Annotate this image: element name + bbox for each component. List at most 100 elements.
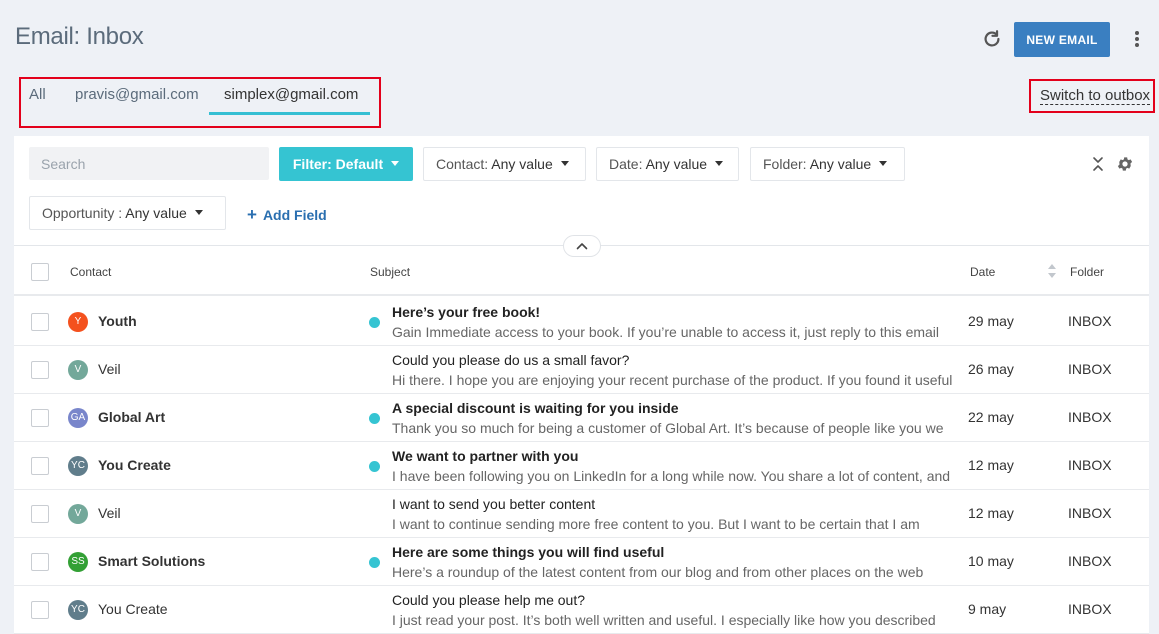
contact-filter-label: Contact: — [436, 156, 489, 172]
caret-down-icon — [391, 160, 400, 166]
add-field-button[interactable]: + Add Field — [247, 205, 327, 225]
page-title: Email: Inbox — [15, 23, 144, 50]
contact-filter-dropdown[interactable]: Contact: Any value — [423, 147, 586, 181]
email-preview: I just read your post. It’s both well wr… — [392, 612, 936, 628]
tab-pravis-account[interactable]: pravis@gmail.com — [75, 86, 199, 103]
email-subject-cell[interactable]: Here are some things you will find usefu… — [392, 542, 954, 582]
collapse-filters-icon[interactable] — [1092, 156, 1104, 172]
column-header-folder[interactable]: Folder — [1070, 265, 1104, 279]
email-subject: A special discount is waiting for you in… — [392, 400, 679, 416]
filter-button-label: Filter: Default — [292, 156, 384, 172]
email-date: 10 may — [968, 553, 1014, 569]
email-preview: I want to continue sending more free con… — [392, 516, 920, 532]
kebab-icon[interactable] — [1129, 28, 1145, 50]
email-folder: INBOX — [1068, 361, 1112, 377]
column-header-subject[interactable]: Subject — [370, 265, 410, 279]
contact-name[interactable]: Global Art — [98, 409, 165, 425]
email-preview: Hi there. I hope you are enjoying your r… — [392, 372, 953, 388]
switch-to-outbox-link[interactable]: Switch to outbox — [1040, 87, 1151, 105]
table-row[interactable]: YC You Create Could you please help me out… — [14, 586, 1149, 634]
email-subject-cell[interactable]: Here’s your free book! Gain Immediate acc… — [392, 302, 954, 342]
column-header-contact[interactable]: Contact — [70, 265, 111, 279]
contact-name[interactable]: You Create — [98, 457, 171, 473]
contact-filter-value: Any value — [491, 156, 553, 172]
row-checkbox[interactable] — [31, 601, 49, 619]
row-checkbox[interactable] — [31, 553, 49, 571]
caret-down-icon — [879, 160, 888, 166]
avatar: GA — [68, 408, 88, 428]
email-folder: INBOX — [1068, 457, 1112, 473]
email-subject: Here’s your free book! — [392, 304, 541, 320]
opportunity-filter-value: Any value — [125, 205, 187, 221]
email-subject: Here are some things you will find usefu… — [392, 544, 665, 560]
folder-filter-label: Folder: — [763, 156, 807, 172]
sort-icon[interactable] — [1047, 263, 1057, 279]
email-folder: INBOX — [1068, 409, 1112, 425]
contact-name[interactable]: Smart Solutions — [98, 553, 205, 569]
email-subject: We want to partner with you — [392, 448, 579, 464]
avatar: YC — [68, 456, 88, 476]
avatar: SS — [68, 552, 88, 572]
search-input[interactable] — [29, 147, 269, 180]
row-checkbox[interactable] — [31, 457, 49, 475]
email-subject-cell[interactable]: We want to partner with you I have been f… — [392, 446, 954, 486]
row-checkbox[interactable] — [31, 409, 49, 427]
email-subject-cell[interactable]: I want to send you better content I want … — [392, 494, 954, 534]
plus-icon: + — [247, 205, 257, 224]
refresh-icon[interactable] — [981, 28, 1003, 50]
contact-name[interactable]: Veil — [98, 505, 121, 521]
table-row[interactable]: SS Smart Solutions Here are some things yo… — [14, 538, 1149, 586]
row-checkbox[interactable] — [31, 361, 49, 379]
contact-name[interactable]: Veil — [98, 361, 121, 377]
row-checkbox[interactable] — [31, 505, 49, 523]
email-preview: Thank you so much for being a customer o… — [392, 420, 944, 436]
table-row[interactable]: YC You Create We want to partner with you I… — [14, 442, 1149, 490]
email-date: 29 may — [968, 313, 1014, 329]
date-filter-value: Any value — [645, 156, 708, 172]
email-date: 12 may — [968, 505, 1014, 521]
table-row[interactable]: V Veil Could you please do us a small favo… — [14, 346, 1149, 394]
avatar: YC — [68, 600, 88, 620]
table-row[interactable]: GA Global Art A special discount is waitin… — [14, 394, 1149, 442]
email-folder: INBOX — [1068, 313, 1112, 329]
table-row[interactable]: V Veil I want to send you better content I … — [14, 490, 1149, 538]
email-panel: Filter: Default Contact: Any value Date:… — [14, 136, 1149, 634]
email-list: Y Youth Here’s your free book! Gain Immedia… — [14, 298, 1149, 634]
caret-down-icon — [560, 160, 569, 166]
email-folder: INBOX — [1068, 505, 1112, 521]
filter-default-button[interactable]: Filter: Default — [279, 147, 413, 181]
tab-all[interactable]: All — [29, 86, 46, 103]
email-preview: Here’s a roundup of the latest content f… — [392, 564, 924, 580]
date-filter-dropdown[interactable]: Date: Any value — [596, 147, 739, 181]
caret-down-icon — [194, 209, 203, 215]
email-date: 9 may — [968, 601, 1007, 617]
email-subject: Could you please do us a small favor? — [392, 352, 630, 368]
active-tab-indicator — [209, 112, 370, 115]
select-all-checkbox[interactable] — [31, 263, 49, 281]
caret-down-icon — [715, 160, 724, 166]
email-subject-cell[interactable]: A special discount is waiting for you in… — [392, 398, 954, 438]
folder-filter-value: Any value — [809, 156, 872, 172]
avatar: V — [68, 360, 88, 380]
tab-simplex-account[interactable]: simplex@gmail.com — [224, 86, 358, 103]
unread-indicator — [369, 317, 380, 328]
email-folder: INBOX — [1068, 553, 1112, 569]
folder-filter-dropdown[interactable]: Folder: Any value — [750, 147, 905, 181]
email-subject-cell[interactable]: Could you please do us a small favor? Hi … — [392, 350, 954, 390]
contact-name[interactable]: Youth — [98, 313, 137, 329]
opportunity-filter-label: Opportunity : — [42, 205, 123, 221]
email-date: 26 may — [968, 361, 1014, 377]
column-header-date[interactable]: Date — [970, 265, 995, 279]
row-checkbox[interactable] — [31, 313, 49, 331]
new-email-button[interactable]: NEW EMAIL — [1014, 22, 1110, 57]
table-row[interactable]: Y Youth Here’s your free book! Gain Immedia… — [14, 298, 1149, 346]
email-folder: INBOX — [1068, 601, 1112, 617]
contact-name[interactable]: You Create — [98, 601, 168, 617]
gear-icon[interactable] — [1116, 155, 1134, 173]
avatar: Y — [68, 312, 88, 332]
email-subject-cell[interactable]: Could you please help me out? I just read… — [392, 590, 954, 630]
email-date: 22 may — [968, 409, 1014, 425]
table-header: Contact Subject Date Folder — [14, 246, 1149, 296]
email-preview: I have been following you on LinkedIn fo… — [392, 468, 951, 484]
opportunity-filter-dropdown[interactable]: Opportunity : Any value — [29, 196, 226, 230]
